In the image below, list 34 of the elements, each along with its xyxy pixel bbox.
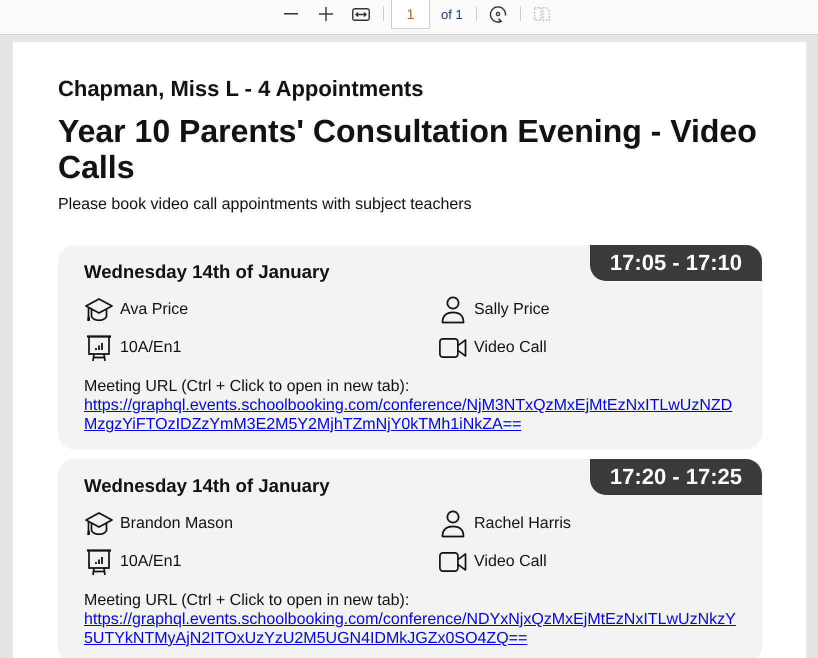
- appointment-date: Wednesday 14th of January: [84, 475, 330, 497]
- teacher-name: Sally Price: [474, 300, 550, 320]
- page-number-field[interactable]: 1: [391, 0, 430, 29]
- meeting-method: Video Call: [474, 552, 547, 572]
- person-icon: [441, 296, 465, 324]
- class-code: 10A/En1: [120, 552, 182, 572]
- teacher-heading: Chapman, Miss L - 4 Appointments: [58, 76, 424, 102]
- time-slot-badge: 17:20 - 17:25: [590, 459, 762, 495]
- student-name: Ava Price: [120, 300, 188, 320]
- circular-arrow-icon: [488, 5, 507, 23]
- event-title: Year 10 Parents' Consultation Evening - Video Calls: [58, 113, 758, 185]
- pages-icon: [534, 7, 550, 21]
- person-icon: [441, 510, 465, 538]
- appointment-date: Wednesday 14th of January: [84, 261, 330, 283]
- meeting-url-label: Meeting URL (Ctrl + Click to open in new tab):: [84, 591, 410, 610]
- meeting-url-label: Meeting URL (Ctrl + Click to open in new tab):: [84, 377, 410, 396]
- meeting-url-link[interactable]: https://graphql.events.schoolbooking.com/conference/NjM3NTxQzMxEjMtEzNxITLwUzNZDMzgzYiFTOzIDZzYmM3E2M5Y2MjhTZmNjY0kTMh1iNkZA==: [84, 396, 736, 434]
- graduation-cap-icon: [85, 298, 113, 322]
- horizontal-arrows-icon: [352, 8, 370, 20]
- presentation-board-icon: [86, 548, 112, 576]
- event-description: Please book video call appointments with subject teachers: [58, 195, 473, 215]
- presentation-board-icon: [86, 334, 112, 362]
- meeting-url-link[interactable]: https://graphql.events.schoolbooking.com/conference/NDYxNjxQzMxEjMtEzNxITLwUzNkzY5UTYkNTMyAjN2ITOxUzYzU2M5UGN4IDMkJGZx0SO4ZQ==: [84, 610, 736, 648]
- time-slot-badge: 17:05 - 17:10: [590, 245, 762, 281]
- student-name: Brandon Mason: [120, 514, 233, 534]
- page-count-label: of 1: [441, 7, 463, 23]
- minus-icon: [284, 13, 298, 15]
- class-code: 10A/En1: [120, 338, 182, 358]
- meeting-method: Video Call: [474, 338, 547, 358]
- video-camera-icon: [439, 338, 467, 358]
- video-camera-icon: [439, 552, 467, 572]
- plus-icon: [319, 7, 333, 21]
- teacher-name: Rachel Harris: [474, 514, 571, 534]
- graduation-cap-icon: [85, 512, 113, 536]
